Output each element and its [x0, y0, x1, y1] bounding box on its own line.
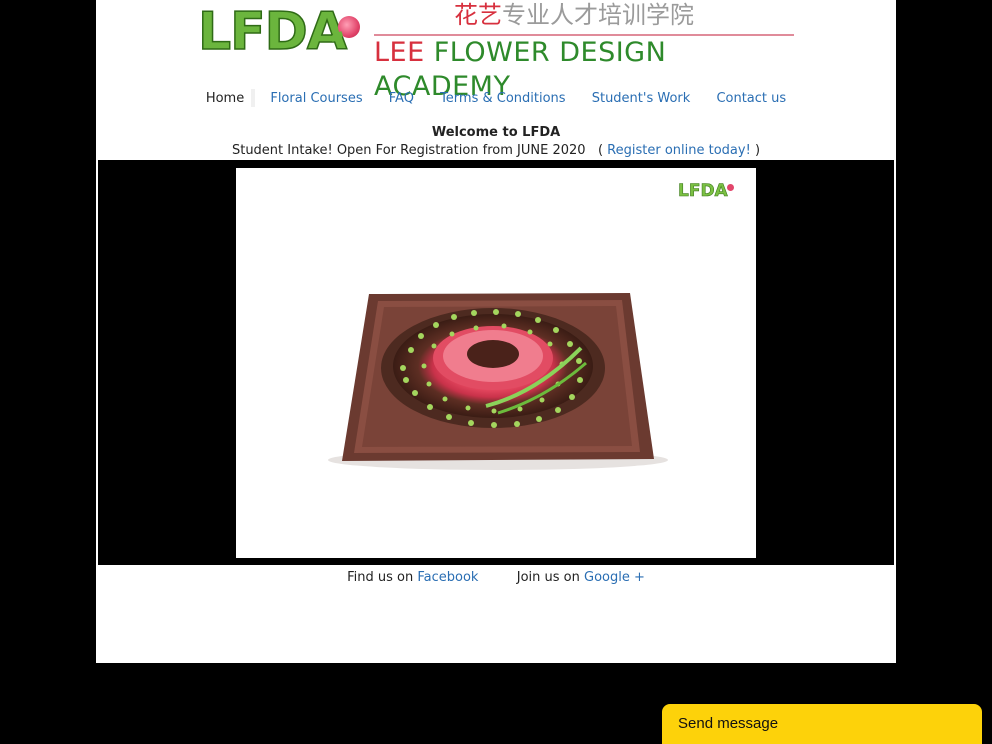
nav-home[interactable]: Home [206, 91, 244, 106]
logo-mark: LFDA [197, 2, 348, 62]
find-us-text: Find us on [347, 570, 414, 585]
intake-announcement: Student Intake! Open For Registration fr… [231, 143, 761, 158]
welcome-heading: Welcome to LFDA [431, 125, 561, 140]
floral-arrangement-photo: LFDA [236, 168, 756, 558]
nav-faq[interactable]: FAQ [389, 91, 414, 106]
page-container: LFDA 花艺专业人才培训学院 LEE FLOWER DESIGN ACADEM… [96, 0, 896, 663]
google-plus-link[interactable]: Google + [584, 570, 645, 585]
floral-tray-illustration [328, 293, 668, 470]
site-logo[interactable]: LFDA 花艺专业人才培训学院 LEE FLOWER DESIGN ACADEM… [197, 1, 798, 102]
image-slideshow[interactable]: LFDA [98, 160, 894, 565]
photo-watermark: LFDA [678, 181, 728, 202]
facebook-link[interactable]: Facebook [417, 570, 478, 585]
nav-separator [251, 89, 256, 107]
nav-floral-courses[interactable]: Floral Courses [270, 91, 362, 106]
watermark-rose-icon [727, 184, 734, 191]
social-links: Find us on Facebook Join us on Google + [96, 570, 896, 585]
nav-contact-us[interactable]: Contact us [716, 91, 786, 106]
logo-chinese-title: 花艺专业人才培训学院 [454, 1, 694, 29]
nav-terms-conditions[interactable]: Terms & Conditions [440, 91, 566, 106]
register-link[interactable]: Register online today! [607, 143, 751, 158]
send-message-button[interactable]: Send message [662, 704, 982, 744]
join-us-text: Join us on [516, 570, 580, 585]
intake-text: Student Intake! Open For Registration fr… [231, 143, 586, 158]
nav-students-work[interactable]: Student's Work [592, 91, 691, 106]
main-nav: Home Floral Courses FAQ Terms & Conditio… [96, 89, 896, 107]
